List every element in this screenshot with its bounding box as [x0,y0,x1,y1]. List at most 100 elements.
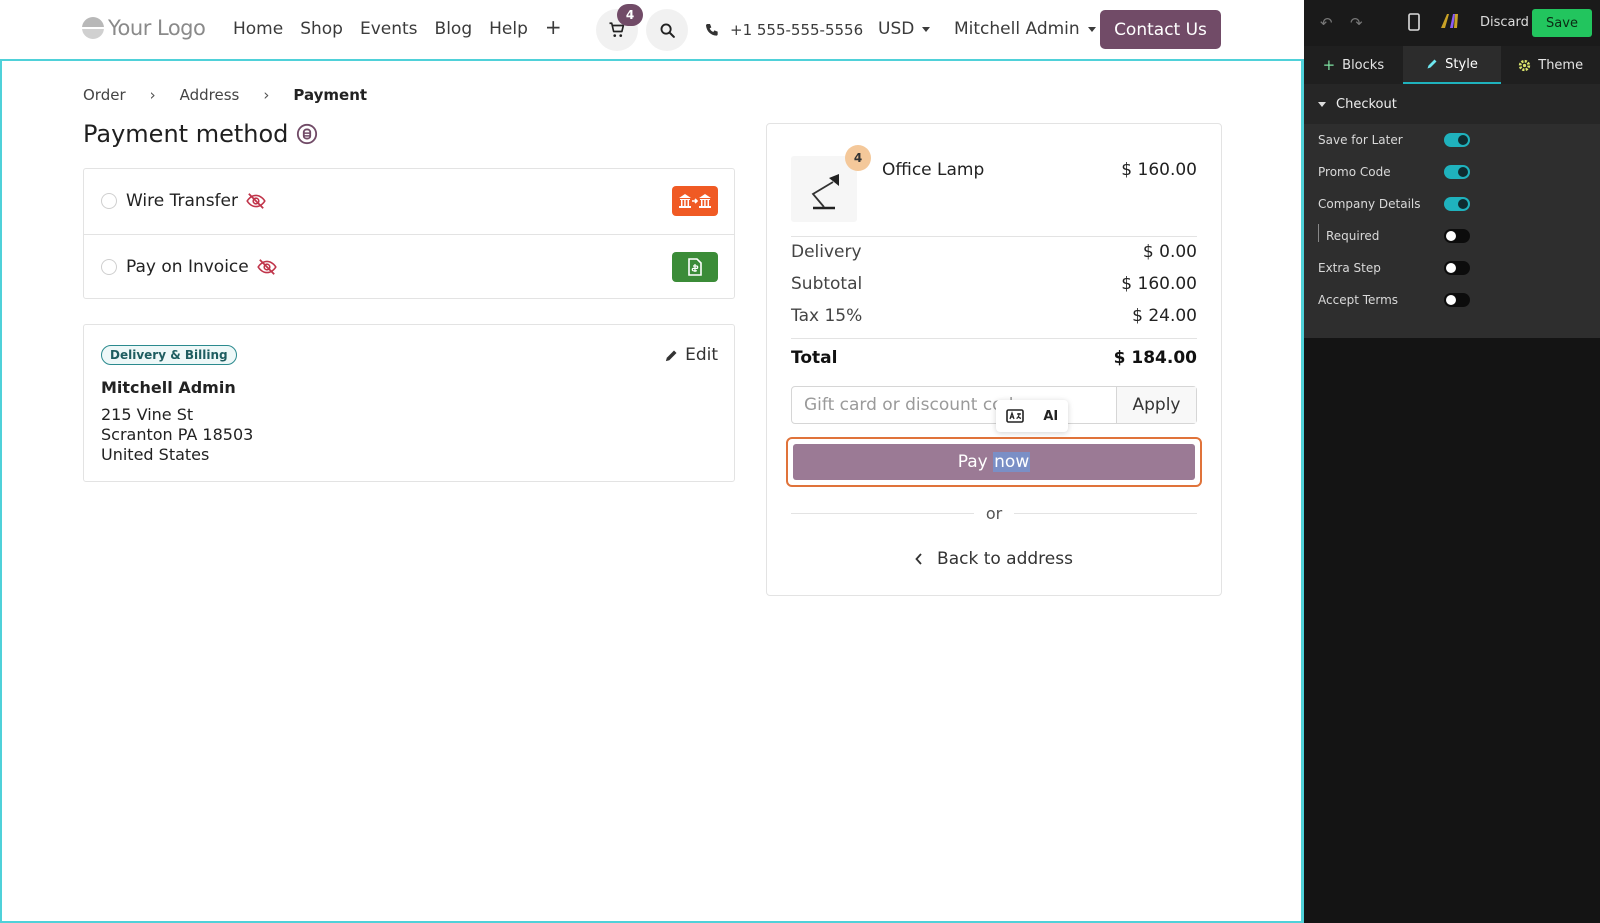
tab-theme[interactable]: Theme [1501,46,1600,84]
subtotal-row: Subtotal $ 160.00 [791,274,1197,294]
invoice-icon [672,251,718,282]
company-details-toggle[interactable] [1444,197,1470,211]
user-dropdown[interactable]: Mitchell Admin [954,19,1096,39]
logo-icon [82,17,104,39]
tab-style[interactable]: Style [1402,46,1502,84]
option-label: Company Details [1318,197,1421,211]
discard-button[interactable]: Discard [1480,15,1529,30]
logo-text: Your Logo [108,16,206,40]
product-quantity-badge: 4 [845,145,871,171]
nav-events[interactable]: Events [360,19,418,39]
tab-label: Style [1445,56,1478,72]
nav-home[interactable]: Home [233,19,283,39]
save-button[interactable]: Save [1532,9,1592,37]
bank-transfer-icon [672,186,718,216]
subtotal-label: Subtotal [791,274,863,294]
payment-option-pay-on-invoice[interactable]: Pay on Invoice [84,234,734,298]
radio-button[interactable] [101,258,117,275]
chevron-left-icon [915,553,922,565]
editor-tabs: + Blocks Style Theme [1304,46,1600,84]
page-title: Payment method [83,120,318,148]
option-required: Required [1318,225,1588,247]
translate-icon[interactable] [1005,409,1024,423]
search-button[interactable] [646,9,688,51]
total-row: Total $ 184.00 [791,348,1197,368]
payment-option-label: Wire Transfer [126,191,266,211]
pay-now-text: Pay [957,452,988,472]
back-to-address-link[interactable]: Back to address [767,549,1221,569]
or-separator: or [791,504,1197,523]
currency-label: USD [878,19,915,39]
payment-methods-list: Wire Transfer Pay on Invoice [83,168,735,299]
option-company-details: Company Details [1318,193,1588,215]
tab-label: Blocks [1342,57,1385,73]
cart-button[interactable]: 4 [596,4,643,51]
plus-icon: + [1322,56,1336,74]
pencil-icon [665,350,677,361]
eye-slash-icon [246,193,266,209]
text-toolbar: AI [996,400,1068,432]
nav-blog[interactable]: Blog [435,19,473,39]
option-accept-terms: Accept Terms [1318,289,1588,311]
payment-option-text: Wire Transfer [126,191,238,211]
ai-icon[interactable]: AI [1043,409,1058,424]
undo-icon[interactable]: ↶ [1320,14,1333,32]
gear-icon [1519,59,1531,71]
delivery-row: Delivery $ 0.00 [791,242,1197,262]
payment-option-label: Pay on Invoice [126,257,277,277]
checkout-section-header[interactable]: Checkout [1304,84,1600,124]
option-label: Save for Later [1318,133,1403,147]
chevron-right-icon: › [149,86,156,104]
extra-step-toggle[interactable] [1444,261,1470,275]
page-title-text: Payment method [83,120,289,148]
breadcrumb-order[interactable]: Order [83,86,126,104]
ai-assistant-icon[interactable] [1440,13,1460,29]
save-for-later-toggle[interactable] [1444,133,1470,147]
divider [791,236,1197,237]
nav-help[interactable]: Help [489,19,528,39]
accept-terms-toggle[interactable] [1444,293,1470,307]
redo-icon[interactable]: ↷ [1350,14,1363,32]
breadcrumb-payment: Payment [293,86,368,104]
bug-icon[interactable] [296,123,318,145]
pay-now-selection: Pay now [786,437,1202,487]
pay-now-button[interactable]: Pay now [793,444,1195,480]
edit-address-button[interactable]: Edit [664,345,718,365]
nav-shop[interactable]: Shop [300,19,343,39]
option-promo-code: Promo Code [1318,161,1588,183]
product-price: $ 160.00 [1121,160,1197,180]
promo-code-group: Apply [791,386,1197,424]
option-label: Accept Terms [1318,293,1399,307]
promo-code-toggle[interactable] [1444,165,1470,179]
breadcrumb-address[interactable]: Address [180,86,240,104]
delivery-value: $ 0.00 [1142,242,1197,262]
payment-option-wire-transfer[interactable]: Wire Transfer [84,169,734,233]
option-save-for-later: Save for Later [1318,129,1588,151]
tab-blocks[interactable]: + Blocks [1304,46,1403,84]
sub-option-indent-line [1318,224,1319,242]
total-label: Total [791,348,838,368]
apply-promo-button[interactable]: Apply [1116,387,1196,423]
option-extra-step: Extra Step [1318,257,1588,279]
required-toggle[interactable] [1444,229,1470,243]
delivery-billing-badge: Delivery & Billing [101,345,237,365]
editor-topbar: ↶ ↷ Discard Save [1304,0,1600,46]
eye-slash-icon [257,258,277,275]
contact-us-button[interactable]: Contact Us [1100,10,1221,49]
nav-add-icon[interactable]: + [545,17,562,39]
product-name[interactable]: Office Lamp [882,160,984,180]
site-logo[interactable]: Your Logo [82,16,206,40]
tab-label: Theme [1538,57,1584,73]
chevron-right-icon: › [263,86,270,104]
address-line-2: Scranton PA 18503 [101,425,254,444]
website-editor-panel: ↶ ↷ Discard Save + Blocks Style Theme Ch… [1304,0,1600,923]
tax-label: Tax 15% [791,306,863,326]
delivery-label: Delivery [791,242,862,262]
search-icon [660,23,675,38]
radio-button[interactable] [101,193,117,209]
address-line-3: United States [101,445,210,464]
mobile-preview-icon[interactable] [1408,13,1420,31]
divider [791,513,974,514]
phone-link[interactable]: +1 555-555-5556 [704,21,863,39]
currency-dropdown[interactable]: USD [878,19,931,39]
